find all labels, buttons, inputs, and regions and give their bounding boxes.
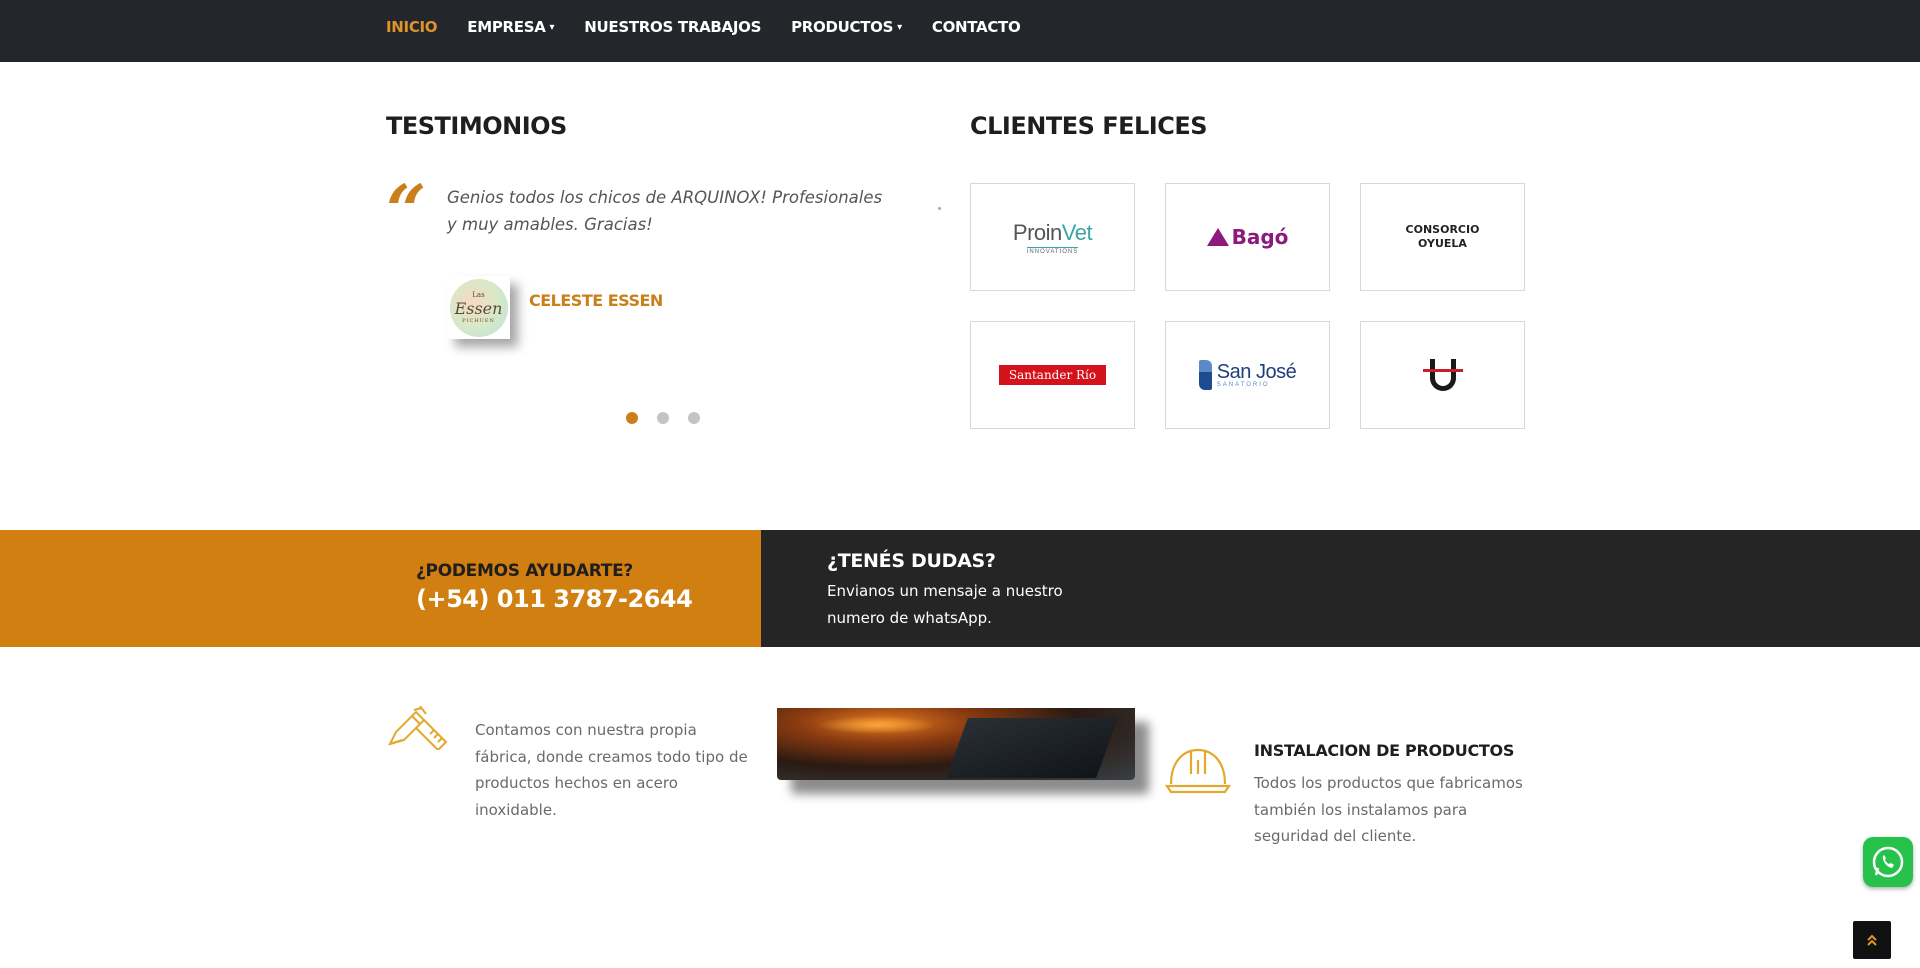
bago-logo: Bagó	[1206, 225, 1289, 249]
dudas-text: Envianos un mensaje a nuestro numero de …	[827, 582, 1063, 627]
clients-title: CLIENTES FELICES	[970, 112, 1208, 140]
sanjose-mark-icon	[1198, 360, 1212, 390]
factory-photo	[777, 708, 1135, 780]
client-logo-bago: Bagó	[1165, 183, 1330, 291]
consorcio-line1: CONSORCIO	[1405, 223, 1480, 236]
proinvet-text-a: Proin	[1012, 219, 1062, 245]
top-navbar: INICIO EMPRESA ▾ NUESTROS TRABAJOS PRODUC…	[0, 0, 1920, 62]
nav-label: NUESTROS TRABAJOS	[584, 18, 762, 36]
carousel-dot-2[interactable]	[657, 412, 669, 424]
chevron-down-icon: ▾	[549, 21, 555, 33]
whatsapp-icon	[1872, 846, 1904, 878]
quote-icon: “	[386, 169, 427, 252]
help-question: ¿PODEMOS AYUDARTE?	[416, 561, 633, 581]
sanjose-sub: SANATORIO	[1216, 382, 1270, 388]
nav-item-inicio[interactable]: INICIO	[386, 18, 438, 36]
avatar-logo-top: Las	[472, 291, 485, 299]
fabrica-text: Contamos con nuestra propia fábrica, don…	[475, 721, 748, 819]
nav-menu: INICIO EMPRESA ▾ NUESTROS TRABAJOS PRODUC…	[386, 0, 1050, 54]
bago-triangle-icon	[1206, 228, 1229, 246]
instalacion-title: INSTALACION DE PRODUCTOS	[1254, 741, 1515, 760]
bago-text: Bagó	[1231, 225, 1289, 249]
avatar-logo: Las Essen PICHUEN	[449, 278, 508, 337]
dudas-title: ¿TENÉS DUDAS?	[827, 550, 996, 572]
u-shape	[1429, 359, 1456, 391]
double-chevron-up-icon	[1867, 934, 1877, 946]
sanjose-logo: San José SANATORIO	[1198, 360, 1297, 390]
nav-item-contacto[interactable]: CONTACTO	[932, 18, 1021, 36]
proinvet-sub: INNOVATIONS	[1026, 246, 1079, 255]
u-bar	[1422, 369, 1463, 372]
nav-item-nuestros-trabajos[interactable]: NUESTROS TRABAJOS	[584, 18, 761, 36]
hardhat-icon	[1164, 744, 1232, 801]
avatar-logo-main: Essen	[454, 299, 503, 318]
testimonials-title: TESTIMONIOS	[386, 112, 567, 140]
photo-bench	[946, 718, 1118, 778]
proinvet-text-b: Vet	[1061, 219, 1093, 245]
instalacion-text: Todos los productos que fabricamos tambi…	[1254, 774, 1523, 845]
client-logo-proinvet: ProinVet INNOVATIONS	[970, 183, 1135, 291]
nav-label: CONTACTO	[931, 18, 1021, 36]
back-to-top-button[interactable]	[1853, 921, 1891, 959]
tools-icon	[386, 705, 450, 755]
whatsapp-button[interactable]	[1863, 837, 1913, 887]
client-logo-consorcio: CONSORCIO OYUELA	[1360, 183, 1525, 291]
carousel-dots	[626, 412, 700, 424]
client-logo-santander: Santander Río	[970, 321, 1135, 429]
help-phone[interactable]: (+54) 011 3787-2644	[416, 585, 693, 613]
nav-label: PRODUCTOS	[791, 18, 894, 36]
client-logo-sanjose: San José SANATORIO	[1165, 321, 1330, 429]
chevron-down-icon: ▾	[897, 21, 902, 33]
nav-item-productos[interactable]: PRODUCTOS ▾	[791, 18, 902, 36]
sanjose-text: San José	[1216, 361, 1297, 383]
u-logo-icon	[1422, 355, 1463, 395]
client-logo-u	[1360, 321, 1525, 429]
avatar-logo-bottom: PICHUEN	[462, 318, 495, 324]
consorcio-logo: CONSORCIO OYUELA	[1406, 223, 1480, 251]
photo-spark	[817, 716, 937, 734]
nav-label: EMPRESA	[467, 18, 546, 36]
avatar: Las Essen PICHUEN	[447, 276, 510, 339]
sanjose-text-block: San José SANATORIO	[1216, 361, 1297, 388]
testimonial-quote: Genios todos los chicos de ARQUINOX! Pro…	[447, 188, 883, 234]
nav-label: INICIO	[386, 18, 438, 36]
carousel-dot-3[interactable]	[688, 412, 700, 424]
consorcio-line2: OYUELA	[1418, 237, 1467, 250]
proinvet-logo: ProinVet	[1012, 219, 1093, 246]
santander-logo: Santander Río	[998, 365, 1107, 385]
nav-item-empresa[interactable]: EMPRESA ▾	[467, 18, 554, 36]
testimonial-author: CELESTE ESSEN	[529, 291, 663, 310]
carousel-edge-marker	[938, 207, 941, 210]
carousel-dot-1[interactable]	[626, 412, 638, 424]
